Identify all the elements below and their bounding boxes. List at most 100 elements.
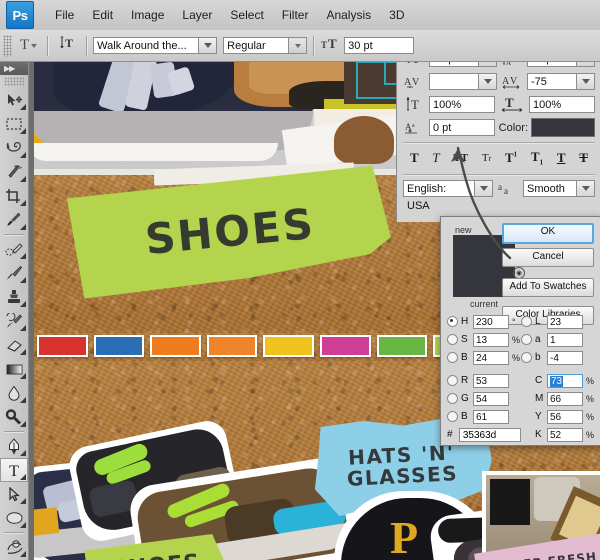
options-font-family-button[interactable]	[199, 37, 217, 54]
text-color-swatch[interactable]	[531, 118, 595, 137]
tool-pen[interactable]	[0, 434, 28, 458]
underline-button[interactable]: T	[556, 150, 567, 166]
kerning-value[interactable]	[429, 73, 479, 90]
cmyk-m-field[interactable]: M 66 %	[521, 392, 595, 406]
lab-l-input[interactable]: 23	[547, 315, 583, 329]
radio-saturation[interactable]	[447, 334, 458, 345]
lab-l-field[interactable]: L 23	[521, 315, 595, 329]
lab-a-input[interactable]: 1	[547, 333, 583, 347]
tracking-value[interactable]: -75	[527, 73, 577, 90]
baseline-shift-value[interactable]: 0 pt	[429, 119, 495, 136]
strikethrough-button[interactable]: T	[578, 150, 589, 166]
superscript-button[interactable]: T1	[504, 150, 518, 166]
tool-ellipse-shape[interactable]	[0, 506, 28, 530]
options-bar-drag-grip[interactable]	[3, 35, 12, 57]
cancel-button[interactable]: Cancel	[502, 248, 594, 267]
hex-input[interactable]: 35363d	[459, 428, 521, 442]
blue-input[interactable]: 61	[473, 410, 509, 424]
lab-a-field[interactable]: a 1	[521, 333, 595, 347]
menu-layer[interactable]: Layer	[173, 5, 221, 25]
hsb-b-field[interactable]: B 24 %	[447, 351, 521, 365]
black-input[interactable]: 52	[547, 428, 583, 442]
menu-filter[interactable]: Filter	[273, 5, 318, 25]
yellow-input[interactable]: 56	[547, 410, 583, 424]
green-input[interactable]: 54	[473, 392, 509, 406]
brightness-input[interactable]: 24	[473, 351, 509, 365]
add-to-swatches-button[interactable]: Add To Swatches	[502, 278, 594, 297]
options-font-family-dropdown[interactable]: Walk Around the...	[93, 37, 217, 54]
cmyk-k-field[interactable]: K 52 %	[521, 428, 595, 442]
tool-crop[interactable]	[0, 184, 28, 208]
options-font-size-value[interactable]: 30 pt	[344, 37, 414, 54]
hsb-h-field[interactable]: H 230 °	[447, 315, 521, 329]
radio-blue[interactable]	[447, 411, 458, 422]
hsb-s-field[interactable]: S 13 %	[447, 333, 521, 347]
all-caps-button[interactable]: TT	[452, 152, 469, 164]
rgb-g-field[interactable]: G 54	[447, 392, 521, 406]
tool-eyedropper[interactable]	[0, 208, 28, 232]
menu-3d[interactable]: 3D	[380, 5, 413, 25]
language-dropdown[interactable]: English: USA	[403, 180, 493, 197]
radio-lab-b[interactable]	[521, 352, 532, 363]
radio-lab-l[interactable]	[521, 316, 532, 327]
tool-move[interactable]	[0, 88, 28, 112]
faux-bold-button[interactable]: T	[409, 150, 420, 166]
menu-edit[interactable]: Edit	[83, 5, 122, 25]
tool-magic-wand[interactable]	[0, 160, 28, 184]
vertical-scale-value[interactable]: 100%	[429, 96, 495, 113]
tool-path-selection[interactable]	[0, 482, 28, 506]
small-caps-button[interactable]: Tr	[481, 152, 492, 164]
tool-rectangular-marquee[interactable]	[0, 112, 28, 136]
radio-brightness[interactable]	[447, 352, 458, 363]
antialias-value[interactable]: Smooth	[523, 180, 577, 197]
rgb-r-field[interactable]: R 53	[447, 374, 521, 388]
language-value[interactable]: English: USA	[403, 180, 475, 197]
horizontal-scale-value[interactable]: 100%	[529, 96, 595, 113]
menu-select[interactable]: Select	[221, 5, 272, 25]
rgb-b-field[interactable]: B 61	[447, 410, 521, 424]
menu-image[interactable]: Image	[122, 5, 173, 25]
tool-horizontal-type[interactable]: T	[0, 458, 28, 482]
lab-b-field[interactable]: b -4	[521, 351, 595, 365]
cmyk-y-field[interactable]: Y 56 %	[521, 410, 595, 424]
antialias-dropdown[interactable]: Smooth	[523, 180, 595, 197]
tool-blur[interactable]	[0, 381, 28, 405]
saturation-input[interactable]: 13	[473, 333, 509, 347]
language-dropdown-button[interactable]	[475, 180, 493, 197]
radio-lab-a[interactable]	[521, 334, 532, 345]
tool-3d-object-rotate[interactable]	[0, 535, 28, 559]
kerning-dropdown-button[interactable]	[479, 73, 497, 90]
red-input[interactable]: 53	[473, 374, 509, 388]
antialias-dropdown-button[interactable]	[577, 180, 595, 197]
hex-field[interactable]: # 35363d	[447, 428, 521, 442]
text-orientation-icon[interactable]: T	[54, 35, 80, 56]
tool-eraser[interactable]	[0, 333, 28, 357]
options-font-style-value[interactable]: Regular	[223, 37, 289, 54]
options-font-family-value[interactable]: Walk Around the...	[93, 37, 199, 54]
cyan-input[interactable]: 73	[547, 374, 583, 388]
subscript-button[interactable]: T1	[530, 149, 544, 167]
tool-dodge[interactable]	[0, 405, 28, 429]
tracking-dropdown-button[interactable]	[577, 73, 595, 90]
cmyk-c-field[interactable]: C 73 %	[521, 374, 595, 388]
tool-gradient[interactable]	[0, 357, 28, 381]
tool-preset-picker[interactable]: T	[16, 37, 41, 54]
tool-history-brush[interactable]	[0, 309, 28, 333]
kerning-dropdown[interactable]	[429, 73, 497, 90]
ok-button[interactable]: OK	[502, 223, 594, 244]
tool-clone-stamp[interactable]	[0, 285, 28, 309]
tool-brush[interactable]	[0, 261, 28, 285]
faux-italic-button[interactable]: T	[431, 150, 440, 166]
radio-red[interactable]	[447, 375, 458, 386]
tool-spot-healing-brush[interactable]	[0, 237, 28, 261]
options-font-size-dropdown[interactable]: 30 pt	[344, 37, 414, 54]
radio-green[interactable]	[447, 393, 458, 404]
menu-file[interactable]: File	[46, 5, 83, 25]
options-font-style-dropdown[interactable]: Regular	[223, 37, 307, 54]
toolbar-collapse-button[interactable]: ▶▶	[0, 61, 28, 75]
menu-analysis[interactable]: Analysis	[317, 5, 380, 25]
toolbar-drag-grip[interactable]	[4, 77, 24, 86]
hue-input[interactable]: 230	[473, 315, 509, 329]
tool-lasso[interactable]	[0, 136, 28, 160]
magenta-input[interactable]: 66	[547, 392, 583, 406]
